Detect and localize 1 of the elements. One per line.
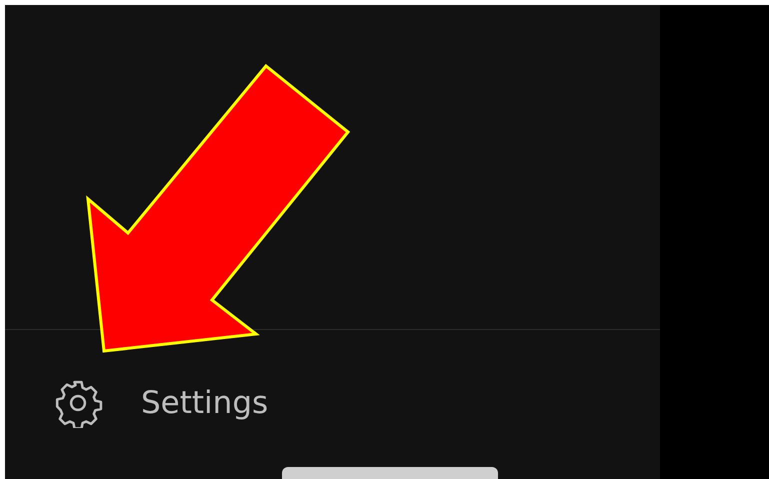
settings-icon (53, 378, 103, 428)
